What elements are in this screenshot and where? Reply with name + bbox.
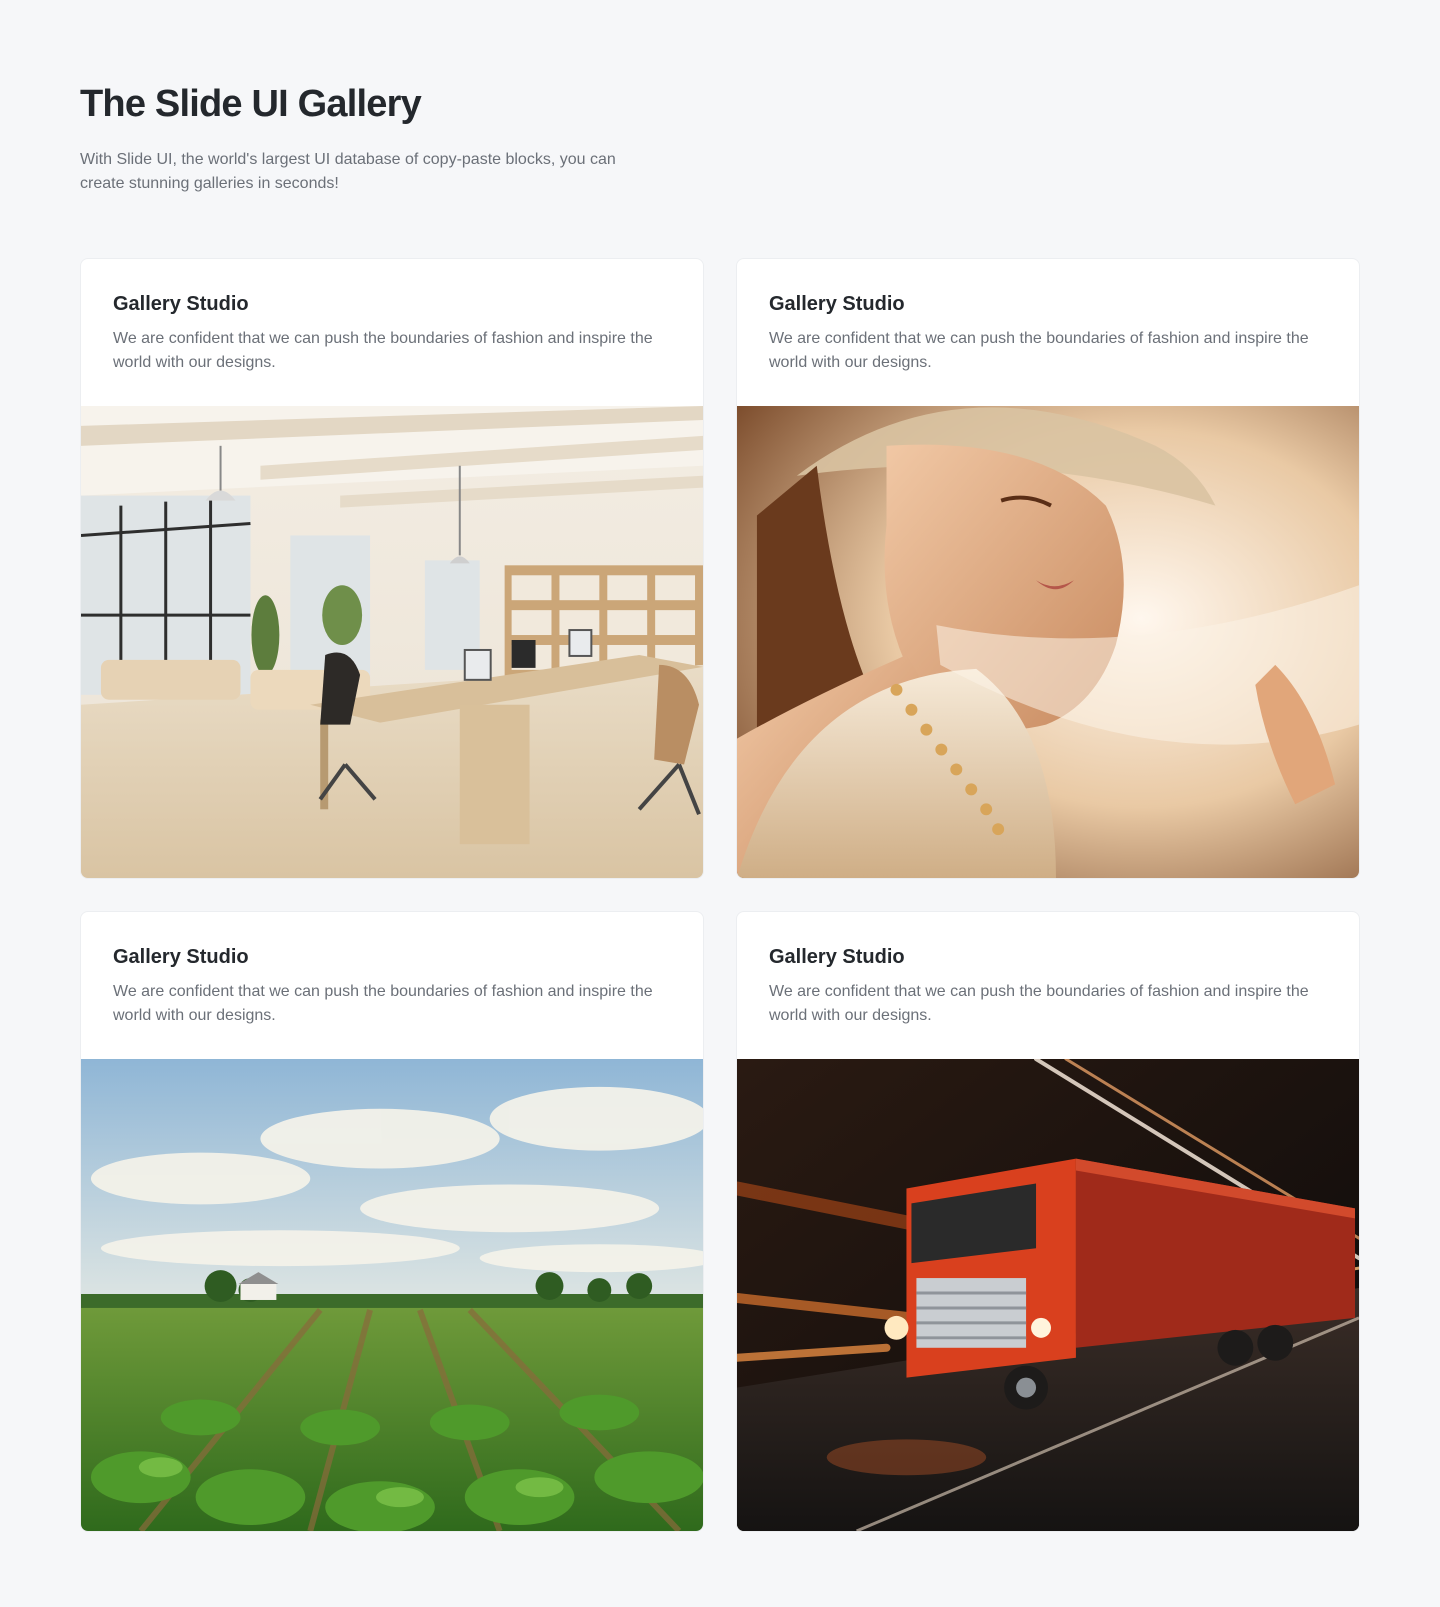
office-interior-illustration <box>81 406 703 878</box>
gallery-card[interactable]: Gallery Studio We are confident that we … <box>736 911 1360 1532</box>
card-text: Gallery Studio We are confident that we … <box>81 259 703 406</box>
card-text: Gallery Studio We are confident that we … <box>737 259 1359 406</box>
card-title: Gallery Studio <box>769 293 905 315</box>
card-description: We are confident that we can push the bo… <box>769 983 1309 1024</box>
farm-field-image[interactable] <box>81 1059 703 1531</box>
card-text: Gallery Studio We are confident that we … <box>81 912 703 1059</box>
card-title: Gallery Studio <box>113 293 249 315</box>
office-interior-image[interactable] <box>81 406 703 878</box>
red-truck-illustration <box>737 1059 1359 1531</box>
card-description: We are confident that we can push the bo… <box>113 983 653 1024</box>
fashion-portrait-image[interactable] <box>737 406 1359 878</box>
gallery-page: The Slide UI Gallery With Slide UI, the … <box>0 0 1440 1607</box>
fashion-portrait-illustration <box>737 406 1359 878</box>
card-title: Gallery Studio <box>113 946 249 968</box>
card-description: We are confident that we can push the bo… <box>113 330 653 371</box>
card-text: Gallery Studio We are confident that we … <box>737 912 1359 1059</box>
card-description: We are confident that we can push the bo… <box>769 330 1309 371</box>
page-title: The Slide UI Gallery <box>80 83 422 125</box>
gallery-header: The Slide UI Gallery With Slide UI, the … <box>80 80 1360 196</box>
page-subtitle: With Slide UI, the world's largest UI da… <box>80 151 616 192</box>
gallery-grid: Gallery Studio We are confident that we … <box>80 258 1360 1532</box>
gallery-card[interactable]: Gallery Studio We are confident that we … <box>736 258 1360 879</box>
farm-field-illustration <box>81 1059 703 1531</box>
card-title: Gallery Studio <box>769 946 905 968</box>
gallery-card[interactable]: Gallery Studio We are confident that we … <box>80 911 704 1532</box>
red-truck-image[interactable] <box>737 1059 1359 1531</box>
gallery-card[interactable]: Gallery Studio We are confident that we … <box>80 258 704 879</box>
